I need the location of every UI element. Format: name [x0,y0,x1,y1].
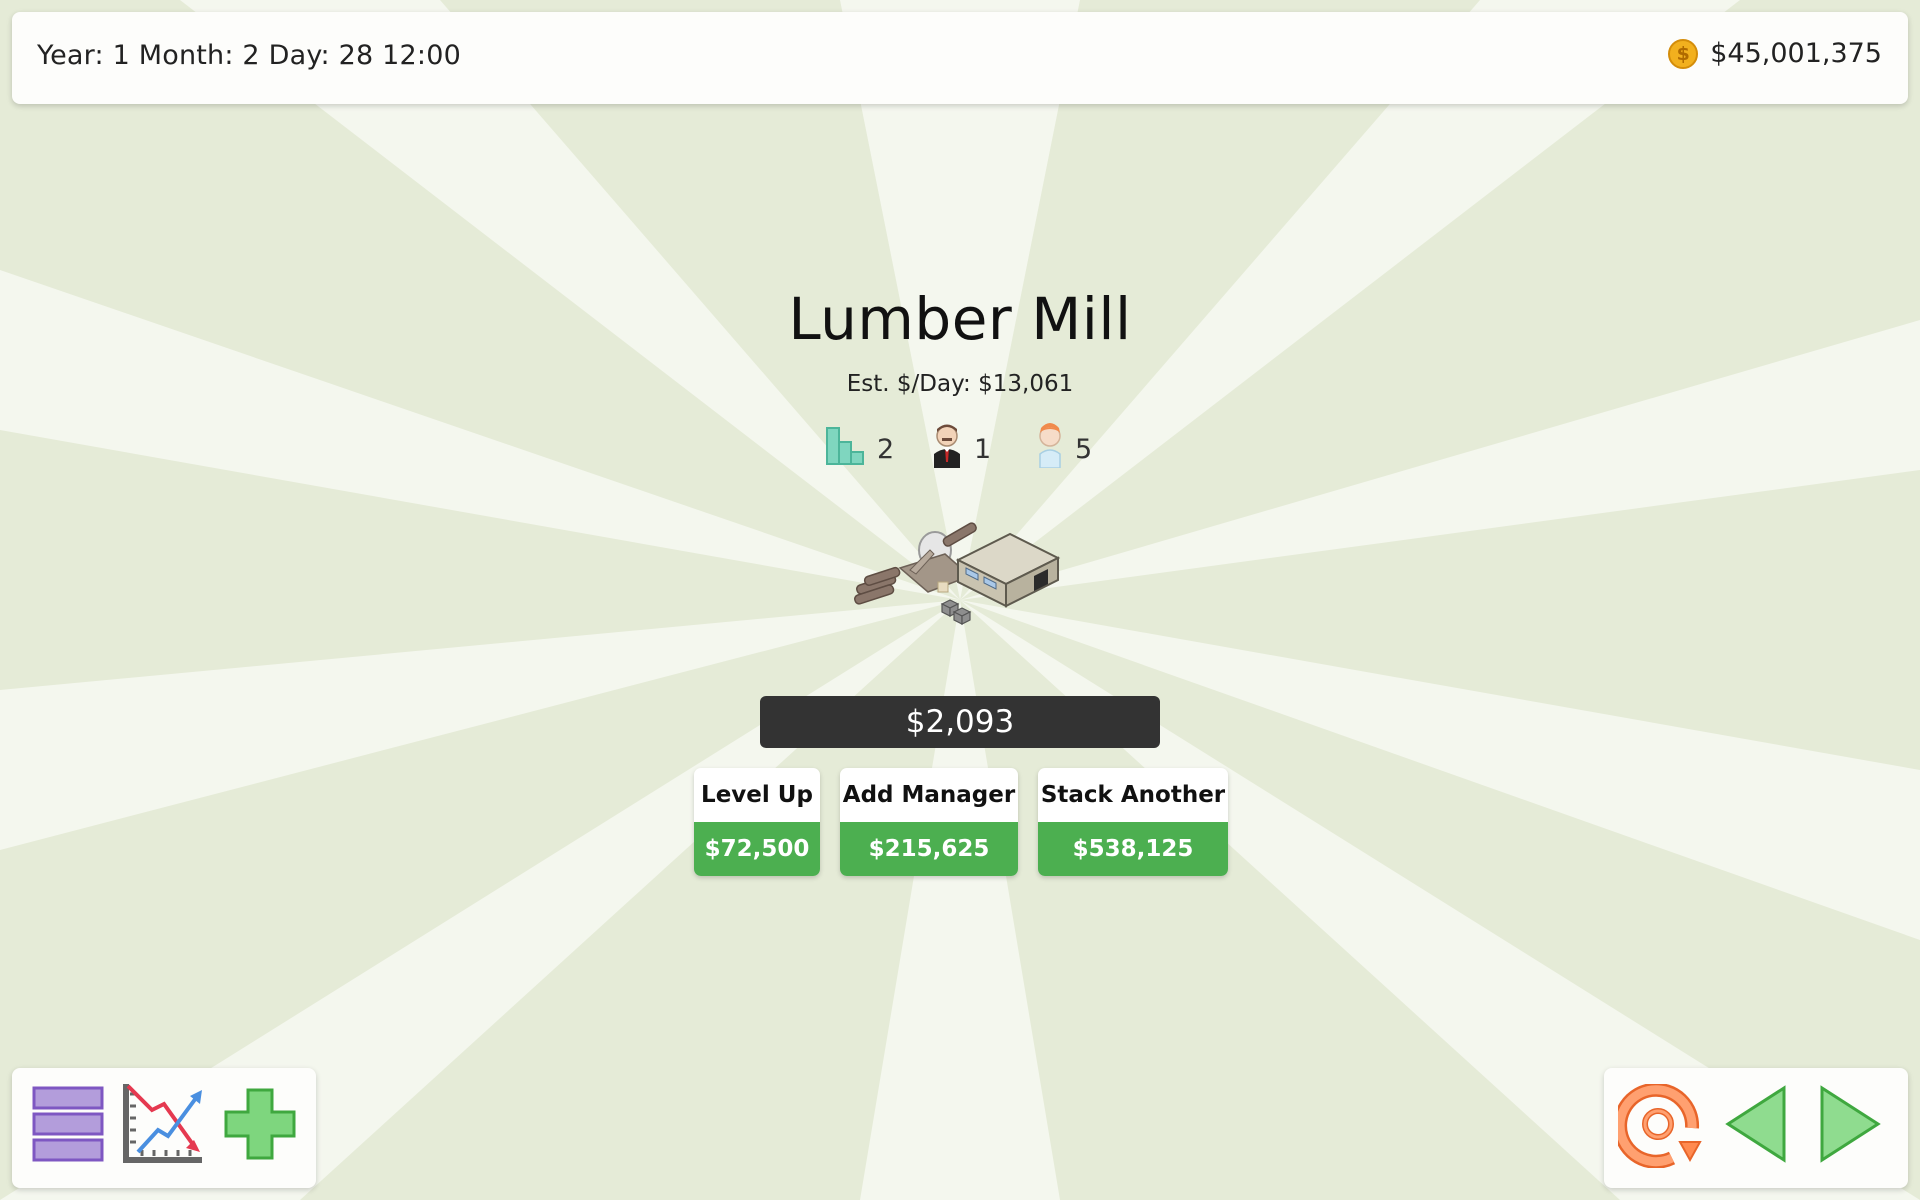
lumber-mill-building-icon [854,522,1061,625]
estimated-daily-income: Est. $/Day: $13,061 [846,371,1074,397]
level-count: 2 [877,433,895,465]
add-manager-price: $215,625 [840,822,1018,876]
stat-level: 2 [825,420,894,470]
next-arrow-icon[interactable] [1818,1084,1882,1164]
top-status-bar: Year: 1 Month: 2 Day: 28 12:00 $ $45,001… [12,12,1908,104]
stack-another-price: $538,125 [1038,822,1228,876]
game-screen: Year: 1 Month: 2 Day: 28 12:00 $ $45,001… [0,0,1920,1200]
level-up-price: $72,500 [694,822,820,876]
menu-icon[interactable] [32,1084,104,1164]
money-amount: $45,001,375 [1710,38,1882,69]
worker-count: 5 [1075,433,1093,465]
add-manager-label: Add Manager [842,782,1016,808]
stack-another-button[interactable]: Stack Another $538,125 [1038,768,1228,876]
add-icon[interactable] [222,1086,298,1162]
previous-arrow-icon[interactable] [1724,1084,1788,1164]
level-up-button[interactable]: Level Up $72,500 [694,768,820,876]
manager-count: 1 [974,433,992,465]
business-stats: 2 1 5 [820,420,1100,470]
reset-icon[interactable] [1618,1084,1702,1168]
worker-icon [1039,423,1061,468]
bottom-left-toolbar [12,1068,316,1188]
money-display: $ $45,001,375 [1668,38,1882,69]
stock-chart-icon[interactable] [122,1080,206,1166]
game-date-time: Year: 1 Month: 2 Day: 28 12:00 [37,40,461,71]
business-title: Lumber Mill [788,285,1132,353]
manager-icon [934,424,960,468]
bottom-right-toolbar [1604,1068,1908,1188]
stat-workers: 5 [1035,420,1092,470]
level-bars-icon [826,427,864,465]
gold-coin-icon: $ [1668,38,1699,69]
level-up-label: Level Up [701,782,813,808]
stat-managers: 1 [930,420,991,470]
add-manager-button[interactable]: Add Manager $215,625 [840,768,1018,876]
stack-another-label: Stack Another [1040,782,1226,808]
income-progress-bar: $2,093 [760,696,1160,748]
